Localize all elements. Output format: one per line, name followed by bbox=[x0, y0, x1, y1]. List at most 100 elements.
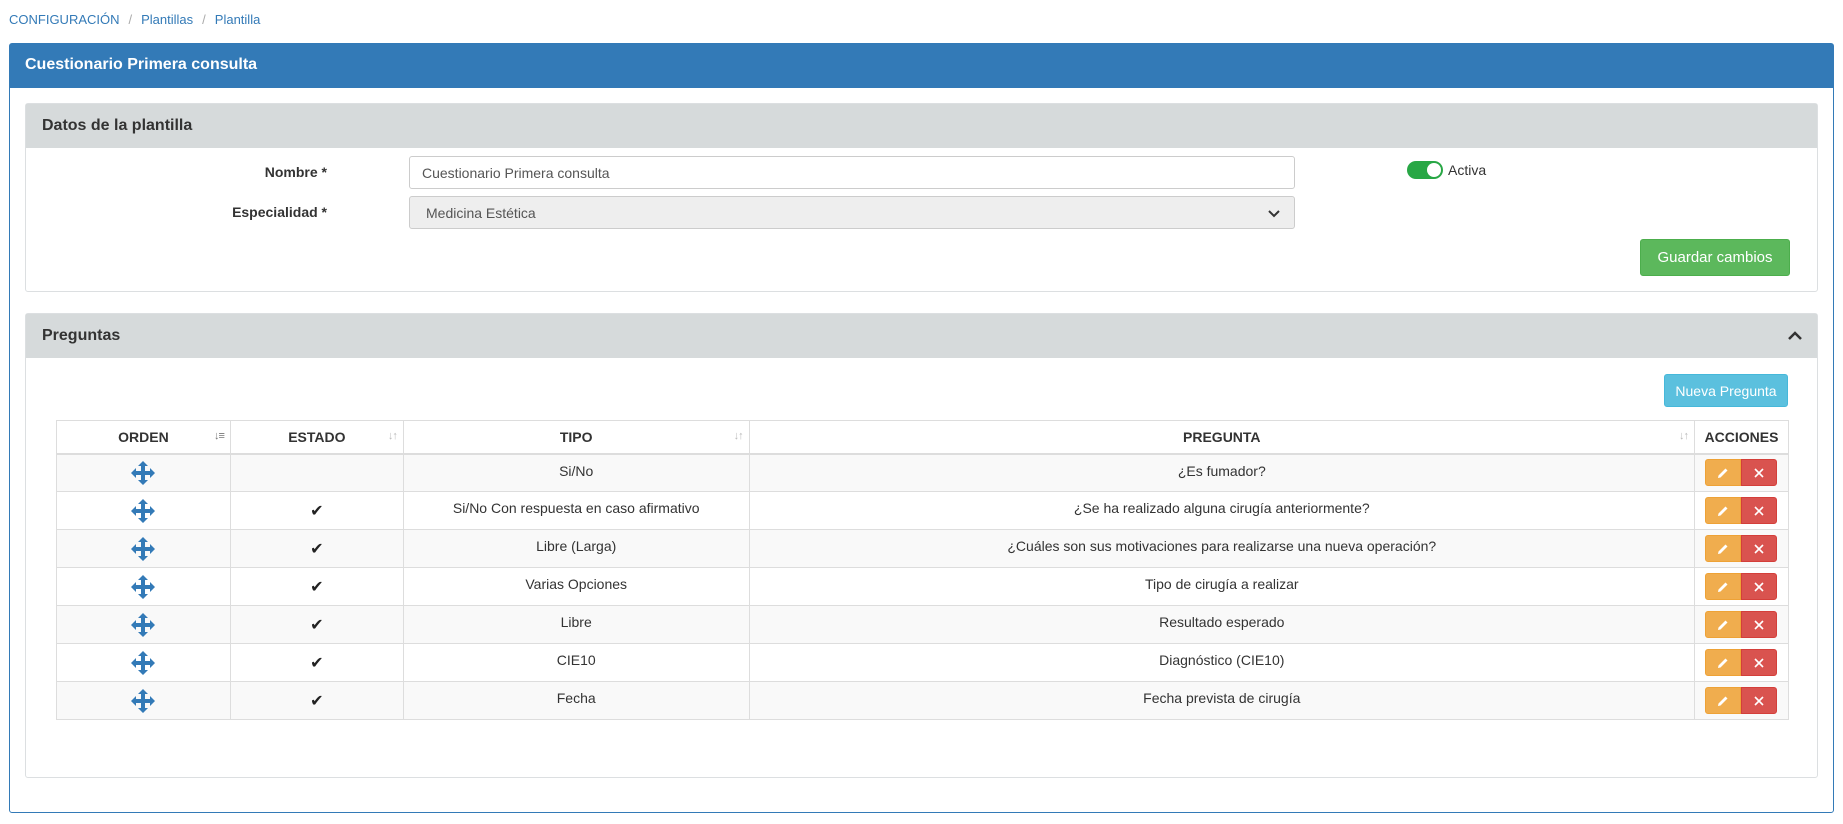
edit-button[interactable] bbox=[1705, 497, 1742, 524]
delete-button[interactable] bbox=[1741, 573, 1778, 600]
delete-button[interactable] bbox=[1741, 535, 1778, 562]
type-cell: Libre (Larga) bbox=[402, 529, 750, 568]
column-header-label: ESTADO bbox=[288, 428, 346, 445]
especialidad-select[interactable]: Medicina Estética bbox=[409, 196, 1295, 229]
questions-section: Preguntas Nueva Pregunta ORDEN ↓≡ ESTADO… bbox=[25, 313, 1818, 778]
checkmark-icon: ✔ bbox=[310, 616, 324, 634]
question-text: ¿Es fumador? bbox=[1177, 462, 1266, 479]
actions-cell bbox=[1693, 567, 1790, 606]
column-header-estado[interactable]: ESTADO ↓↑ bbox=[229, 420, 404, 455]
edit-button[interactable] bbox=[1705, 459, 1742, 487]
type-cell: Libre bbox=[402, 605, 750, 644]
close-icon bbox=[1754, 543, 1765, 554]
sort-icon: ↓≡ bbox=[213, 430, 225, 442]
question-cell: Tipo de cirugía a realizar bbox=[748, 567, 1695, 606]
question-text: Resultado esperado bbox=[1159, 614, 1285, 630]
column-header-tipo[interactable]: TIPO ↓↑ bbox=[402, 420, 750, 455]
status-cell: ✔ bbox=[229, 529, 404, 568]
type-text: Libre bbox=[560, 614, 592, 630]
column-header-pregunta[interactable]: PREGUNTA ↓↑ bbox=[748, 420, 1695, 455]
breadcrumb-separator: / bbox=[202, 12, 206, 27]
table-header-row: ORDEN ↓≡ ESTADO ↓↑ TIPO ↓↑ PREGUNTA ↓↑ A… bbox=[56, 420, 1790, 455]
question-cell: ¿Es fumador? bbox=[748, 453, 1695, 492]
breadcrumb-configuracion[interactable]: CONFIGURACIÓN bbox=[9, 12, 120, 27]
close-icon bbox=[1754, 619, 1765, 630]
sort-icon: ↓↑ bbox=[733, 430, 744, 442]
type-text: Libre (Larga) bbox=[536, 538, 617, 554]
nombre-input[interactable] bbox=[409, 156, 1295, 189]
panel-title: Cuestionario Primera consulta bbox=[10, 44, 1833, 88]
pencil-icon bbox=[1718, 506, 1728, 516]
questions-header: Preguntas bbox=[26, 314, 1817, 358]
table-row: ✔ Libre (Larga) ¿Cuáles son sus motivaci… bbox=[56, 529, 1790, 568]
actions-group bbox=[1705, 497, 1778, 524]
move-arrows-icon[interactable] bbox=[131, 574, 156, 599]
type-text: Si/No bbox=[559, 462, 594, 479]
checkmark-icon: ✔ bbox=[310, 540, 324, 558]
delete-button[interactable] bbox=[1741, 649, 1778, 676]
order-cell bbox=[56, 605, 231, 644]
actions-cell bbox=[1693, 605, 1790, 644]
type-cell: Fecha bbox=[402, 681, 750, 720]
close-icon bbox=[1754, 581, 1765, 592]
new-question-button[interactable]: Nueva Pregunta bbox=[1664, 374, 1788, 407]
save-changes-button[interactable]: Guardar cambios bbox=[1640, 239, 1790, 276]
actions-cell bbox=[1693, 453, 1790, 492]
question-text: ¿Se ha realizado alguna cirugía anterior… bbox=[1073, 500, 1370, 516]
edit-button[interactable] bbox=[1705, 649, 1742, 676]
move-arrows-icon[interactable] bbox=[131, 688, 156, 713]
breadcrumb-plantilla[interactable]: Plantilla bbox=[215, 12, 261, 27]
column-header-orden[interactable]: ORDEN ↓≡ bbox=[56, 420, 231, 455]
nombre-label: Nombre * bbox=[264, 164, 327, 180]
checkmark-icon: ✔ bbox=[310, 692, 324, 710]
delete-button[interactable] bbox=[1741, 687, 1778, 714]
table-row: ✔ CIE10 Diagnóstico (CIE10) bbox=[56, 643, 1790, 682]
breadcrumb-plantillas[interactable]: Plantillas bbox=[141, 12, 193, 27]
delete-button[interactable] bbox=[1741, 497, 1778, 524]
pencil-icon bbox=[1718, 582, 1728, 592]
edit-button[interactable] bbox=[1705, 611, 1742, 638]
table-row: ✔ Varias Opciones Tipo de cirugía a real… bbox=[56, 567, 1790, 606]
delete-button[interactable] bbox=[1741, 611, 1778, 638]
type-text: Si/No Con respuesta en caso afirmativo bbox=[452, 500, 700, 516]
type-text: Fecha bbox=[556, 690, 596, 706]
close-icon bbox=[1754, 505, 1765, 516]
close-icon bbox=[1754, 695, 1765, 706]
chevron-up-icon[interactable] bbox=[1786, 327, 1804, 345]
move-arrows-icon[interactable] bbox=[131, 650, 156, 675]
order-cell bbox=[56, 643, 231, 682]
activa-toggle[interactable] bbox=[1407, 161, 1443, 179]
sort-icon: ↓↑ bbox=[387, 430, 398, 442]
activa-toggle-group: Activa bbox=[1407, 161, 1486, 179]
questions-table: ORDEN ↓≡ ESTADO ↓↑ TIPO ↓↑ PREGUNTA ↓↑ A… bbox=[56, 420, 1790, 720]
questions-table-body: Si/No ¿Es fumador? ✔ Si/No Con respuesta… bbox=[56, 453, 1790, 720]
order-cell bbox=[56, 491, 231, 530]
actions-group bbox=[1705, 573, 1778, 600]
type-cell: CIE10 bbox=[402, 643, 750, 682]
move-arrows-icon[interactable] bbox=[131, 460, 156, 485]
question-cell: Fecha prevista de cirugía bbox=[748, 681, 1695, 720]
table-row: ✔ Si/No Con respuesta en caso afirmativo… bbox=[56, 491, 1790, 530]
actions-group bbox=[1705, 611, 1778, 638]
pencil-icon bbox=[1718, 696, 1728, 706]
actions-group bbox=[1705, 649, 1778, 676]
type-text: Varias Opciones bbox=[525, 576, 628, 592]
column-header-label: ORDEN bbox=[118, 428, 169, 445]
order-cell bbox=[56, 453, 231, 492]
actions-group bbox=[1705, 535, 1778, 562]
move-arrows-icon[interactable] bbox=[131, 612, 156, 637]
edit-button[interactable] bbox=[1705, 687, 1742, 714]
close-icon bbox=[1754, 468, 1765, 478]
pencil-icon bbox=[1718, 620, 1728, 630]
move-arrows-icon[interactable] bbox=[131, 536, 156, 561]
edit-button[interactable] bbox=[1705, 535, 1742, 562]
type-text: CIE10 bbox=[556, 652, 596, 668]
edit-button[interactable] bbox=[1705, 573, 1742, 600]
chevron-down-icon bbox=[1268, 209, 1280, 217]
breadcrumb-separator: / bbox=[128, 12, 133, 27]
delete-button[interactable] bbox=[1741, 459, 1778, 487]
move-arrows-icon[interactable] bbox=[131, 498, 156, 523]
checkmark-icon: ✔ bbox=[310, 654, 324, 672]
question-cell: ¿Se ha realizado alguna cirugía anterior… bbox=[748, 491, 1695, 530]
actions-group bbox=[1705, 687, 1778, 714]
